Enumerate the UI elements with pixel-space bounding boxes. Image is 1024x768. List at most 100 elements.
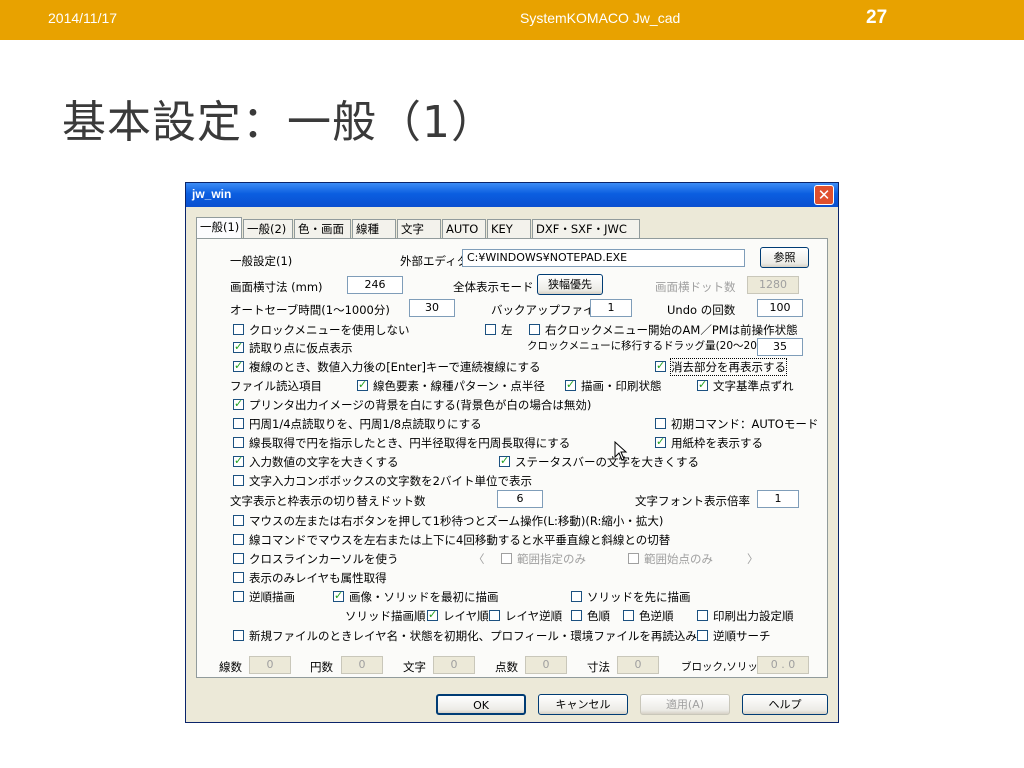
text-switch-input[interactable]: 6 (497, 490, 543, 508)
arcs-count-value: 0 (341, 656, 383, 674)
circle-read-checkbox[interactable] (233, 418, 244, 429)
apply-button: 適用(A) (640, 694, 730, 715)
layer-order-checkbox[interactable] (427, 608, 438, 621)
left-checkbox[interactable] (485, 324, 496, 335)
external-editor-label: 外部エディタ (400, 254, 469, 268)
mouse-zoom-label: マウスの左または右ボタンを押して1秒待つとズーム操作(L:移動)(R:縮小・拡大… (249, 514, 664, 528)
slide-date: 2014/11/17 (48, 10, 118, 26)
window-title: jw_win (192, 187, 232, 201)
paper-frame-checkbox[interactable] (655, 435, 666, 448)
erase-redisplay-checkbox[interactable] (655, 359, 666, 372)
line-length-label: 線長取得で円を指示したとき、円半径取得を円周長取得にする (249, 436, 571, 450)
enlarge-input-checkbox[interactable] (233, 454, 244, 467)
tab-general-2[interactable]: 一般(2) (243, 219, 293, 238)
draw-print-label: 描画・印刷状態 (581, 379, 662, 393)
backup-input[interactable]: 1 (590, 299, 632, 317)
mouse-zoom-checkbox[interactable] (233, 515, 244, 526)
tab-dxf-sxf-jwc[interactable]: DXF・SXF・JWC (532, 219, 640, 238)
new-file-init-label: 新規ファイルのときレイヤ名・状態を初期化、プロフィール・環境ファイルを再読込み (249, 629, 697, 643)
tab-text[interactable]: 文字 (397, 219, 441, 238)
points-count-label: 点数 (495, 660, 518, 674)
tab-color-screen[interactable]: 色・画面 (294, 219, 351, 238)
file-read-label: ファイル読込項目 (230, 379, 322, 393)
line-length-checkbox[interactable] (233, 437, 244, 448)
reverse-search-label: 逆順サーチ (713, 629, 771, 643)
crossline-bracket-close: 〉 (747, 552, 759, 566)
tab-general-1[interactable]: 一般(1) (196, 217, 242, 239)
line-cmd-checkbox[interactable] (233, 534, 244, 545)
range-only-checkbox (501, 553, 512, 564)
print-order-checkbox[interactable] (697, 610, 708, 621)
close-button[interactable]: ✕ (814, 185, 834, 205)
image-solid-first-checkbox[interactable] (333, 589, 344, 602)
dims-count-label: 寸法 (587, 660, 610, 674)
status-bar-checkbox[interactable] (499, 454, 510, 467)
screen-width-input[interactable]: 246 (347, 276, 403, 294)
points-count-value: 0 (525, 656, 567, 674)
line-color-label: 線色要素・線種パターン・点半径 (373, 379, 545, 393)
duplicate-checkbox[interactable] (233, 359, 244, 372)
mouse-pointer-icon (614, 441, 628, 461)
clock-menu-label: クロックメニューを使用しない (249, 323, 410, 337)
tab-line-type[interactable]: 線種 (352, 219, 396, 238)
right-clock-checkbox[interactable] (529, 324, 540, 335)
autosave-input[interactable]: 30 (409, 299, 455, 317)
screen-dots-input: 1280 (747, 276, 799, 294)
erase-redisplay-label: 消去部分を再表示する (670, 358, 787, 376)
text-font-scale-input[interactable]: 1 (757, 490, 799, 508)
texts-count-value: 0 (433, 656, 475, 674)
screen-width-label: 画面横寸法 (mm) (230, 280, 323, 294)
text-ref-checkbox[interactable] (697, 378, 708, 391)
line-color-checkbox[interactable] (357, 378, 368, 391)
paper-frame-label: 用紙枠を表示する (671, 436, 763, 450)
reverse-search-checkbox[interactable] (697, 630, 708, 641)
color-order-checkbox[interactable] (571, 610, 582, 621)
tab-auto[interactable]: AUTO (442, 219, 486, 238)
reverse-draw-label: 逆順描画 (249, 590, 295, 604)
undo-input[interactable]: 100 (757, 299, 803, 317)
display-layer-checkbox[interactable] (233, 572, 244, 583)
cancel-button[interactable]: キャンセル (538, 694, 628, 715)
reverse-draw-checkbox[interactable] (233, 591, 244, 602)
combo-2byte-label: 文字入力コンボボックスの文字数を2バイト単位で表示 (249, 474, 532, 488)
clock-drag-label: クロックメニューに移行するドラッグ量(20～200) (527, 340, 768, 352)
block-solid-value: 0 . 0 (757, 656, 809, 674)
combo-2byte-checkbox[interactable] (233, 475, 244, 486)
section-title: 一般設定(1) (230, 254, 293, 268)
printer-bg-checkbox[interactable] (233, 397, 244, 410)
layer-reverse-label: レイヤ逆順 (505, 609, 563, 623)
texts-count-label: 文字 (403, 660, 426, 674)
layer-reverse-checkbox[interactable] (489, 610, 500, 621)
initial-command-label: 初期コマンド：AUTOモード (671, 417, 819, 431)
enlarge-input-label: 入力数値の文字を大きくする (249, 455, 399, 469)
title-bar[interactable]: jw_win ✕ (186, 183, 838, 207)
initial-command-checkbox[interactable] (655, 418, 666, 429)
range-only-label: 範囲指定のみ (517, 552, 586, 566)
solid-first-checkbox[interactable] (571, 591, 582, 602)
browse-button[interactable]: 参照 (760, 247, 809, 268)
block-solid-label: ブロック,ソリッド (681, 661, 769, 673)
lines-count-label: 線数 (219, 660, 242, 674)
external-editor-input[interactable]: C:¥WINDOWS¥NOTEPAD.EXE (462, 249, 745, 267)
tab-key[interactable]: KEY (487, 219, 531, 238)
arcs-count-label: 円数 (310, 660, 333, 674)
clock-drag-input[interactable]: 35 (757, 338, 803, 356)
dims-count-value: 0 (617, 656, 659, 674)
color-reverse-checkbox[interactable] (623, 610, 634, 621)
color-reverse-label: 色逆順 (639, 609, 674, 623)
draw-print-checkbox[interactable] (565, 378, 576, 391)
status-bar-label: ステータスバーの文字を大きくする (515, 455, 699, 469)
ok-button[interactable]: OK (436, 694, 526, 715)
clock-menu-checkbox[interactable] (233, 324, 244, 335)
general-1-panel: 一般設定(1) 外部エディタ C:¥WINDOWS¥NOTEPAD.EXE 参照… (196, 238, 828, 678)
text-ref-label: 文字基準点ずれ (713, 379, 794, 393)
full-display-mode-button[interactable]: 狭幅優先 (537, 274, 603, 295)
solid-first-label: ソリッドを先に描画 (587, 590, 691, 604)
range-start-checkbox (628, 553, 639, 564)
read-point-checkbox[interactable] (233, 340, 244, 353)
help-button[interactable]: ヘルプ (742, 694, 828, 715)
crossline-checkbox[interactable] (233, 553, 244, 564)
circle-read-label: 円周1/4点読取りを、円周1/8点読取りにする (249, 417, 482, 431)
new-file-init-checkbox[interactable] (233, 630, 244, 641)
text-font-scale-label: 文字フォント表示倍率 (635, 494, 750, 508)
